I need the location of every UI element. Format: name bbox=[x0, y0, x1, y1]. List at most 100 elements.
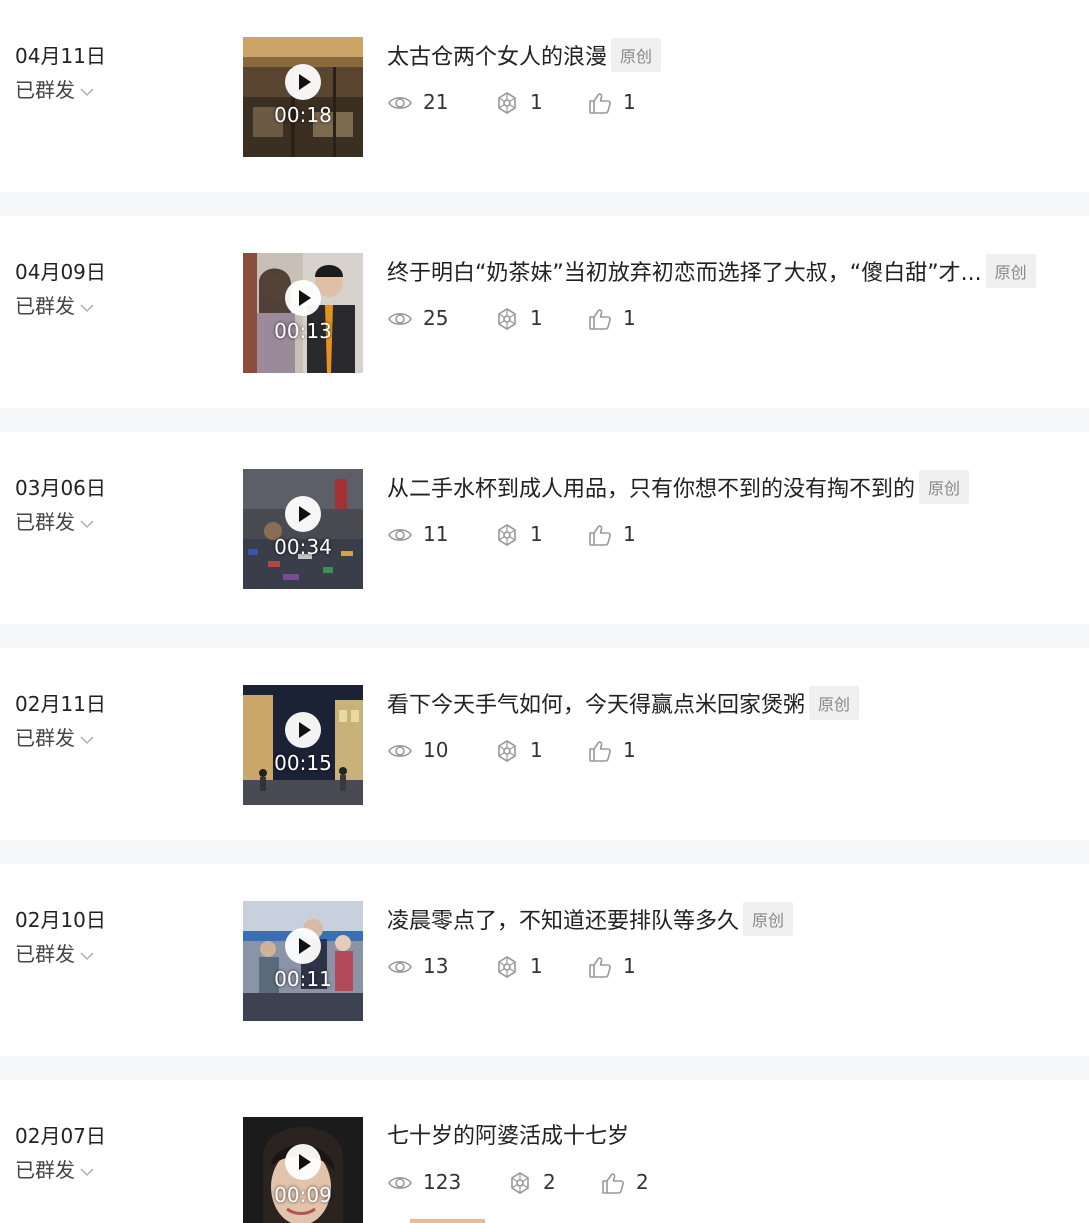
scroll-indicator[interactable] bbox=[410, 1219, 485, 1223]
views-count: 13 bbox=[423, 954, 449, 978]
original-badge: 原创 bbox=[809, 686, 860, 720]
video-thumbnail[interactable]: 00:11 bbox=[243, 901, 363, 1021]
publish-date: 02月07日 bbox=[15, 1124, 106, 1148]
views-count: 11 bbox=[423, 522, 449, 546]
play-icon bbox=[299, 938, 311, 954]
views-count: 25 bbox=[423, 306, 449, 330]
eye-icon bbox=[388, 96, 412, 110]
likes-count: 1 bbox=[623, 738, 636, 762]
publish-date: 03月06日 bbox=[15, 476, 106, 500]
article-row: 04月09日 已群发 00:13 终于明白“奶茶妹”当初放弃初恋而选择了大叔，“… bbox=[0, 216, 1089, 408]
status-dropdown[interactable]: 已群发 bbox=[15, 506, 95, 535]
status-label: 已群发 bbox=[15, 510, 75, 534]
chevron-down-icon bbox=[80, 520, 94, 528]
video-thumbnail[interactable]: 00:09 bbox=[243, 1117, 363, 1223]
play-button bbox=[285, 496, 321, 532]
share-icon bbox=[498, 308, 516, 330]
thumbs-up-icon bbox=[589, 957, 611, 978]
play-button bbox=[285, 928, 321, 964]
video-duration: 00:09 bbox=[274, 1183, 332, 1207]
article-title[interactable]: 七十岁的阿婆活成十七岁 bbox=[387, 1118, 629, 1150]
original-badge: 原创 bbox=[919, 470, 970, 504]
eye-icon bbox=[388, 528, 412, 542]
status-label: 已群发 bbox=[15, 726, 75, 750]
thumbs-up-icon bbox=[589, 525, 611, 546]
original-badge: 原创 bbox=[985, 254, 1036, 288]
status-dropdown[interactable]: 已群发 bbox=[15, 1154, 95, 1183]
chevron-down-icon bbox=[80, 88, 94, 96]
eye-icon bbox=[388, 744, 412, 758]
video-thumbnail[interactable]: 00:34 bbox=[243, 469, 363, 589]
chevron-down-icon bbox=[80, 952, 94, 960]
share-icon bbox=[498, 92, 516, 114]
status-label: 已群发 bbox=[15, 1158, 75, 1182]
play-icon bbox=[299, 290, 311, 306]
article-title[interactable]: 凌晨零点了，不知道还要排队等多久 bbox=[387, 903, 739, 935]
thumbs-up-icon bbox=[589, 93, 611, 114]
thumbs-up-icon bbox=[589, 741, 611, 762]
article-row: 02月10日 已群发 00:11 凌晨零点了，不知道还要排队等多久 原创 13 … bbox=[0, 864, 1089, 1056]
shares-count: 1 bbox=[530, 954, 543, 978]
article-title[interactable]: 从二手水杯到成人用品，只有你想不到的没有掏不到的 bbox=[387, 471, 915, 503]
eye-icon bbox=[388, 1176, 412, 1190]
play-icon bbox=[299, 506, 311, 522]
play-button bbox=[285, 64, 321, 100]
article-row: 02月11日 已群发 00:15 看下今天手气如何，今天得赢点米回家煲粥 原创 … bbox=[0, 648, 1089, 840]
play-icon bbox=[299, 1154, 311, 1170]
publish-date: 02月10日 bbox=[15, 908, 106, 932]
publish-date: 04月09日 bbox=[15, 260, 106, 284]
shares-count: 1 bbox=[530, 522, 543, 546]
views-count: 21 bbox=[423, 90, 449, 114]
likes-count: 1 bbox=[623, 306, 636, 330]
article-row: 02月07日 已群发 00:09 七十岁的阿婆活成十七岁 123 2 2 bbox=[0, 1080, 1089, 1223]
shares-count: 1 bbox=[530, 306, 543, 330]
video-thumbnail[interactable]: 00:18 bbox=[243, 37, 363, 157]
article-title[interactable]: 看下今天手气如何，今天得赢点米回家煲粥 bbox=[387, 687, 805, 719]
share-icon bbox=[498, 740, 516, 762]
views-count: 123 bbox=[423, 1170, 462, 1194]
article-row: 04月11日 已群发 00:18 太古仓两个女人的浪漫 原创 21 1 1 bbox=[0, 0, 1089, 192]
status-label: 已群发 bbox=[15, 942, 75, 966]
share-icon bbox=[498, 524, 516, 546]
article-row: 03月06日 已群发 00:34 从二手水杯到成人用品，只有你想不到的没有掏不到… bbox=[0, 432, 1089, 624]
share-icon bbox=[498, 956, 516, 978]
status-dropdown[interactable]: 已群发 bbox=[15, 938, 95, 967]
eye-icon bbox=[388, 960, 412, 974]
status-dropdown[interactable]: 已群发 bbox=[15, 722, 95, 751]
chevron-down-icon bbox=[80, 736, 94, 744]
status-dropdown[interactable]: 已群发 bbox=[15, 290, 95, 319]
chevron-down-icon bbox=[80, 304, 94, 312]
original-badge: 原创 bbox=[611, 38, 662, 72]
status-label: 已群发 bbox=[15, 78, 75, 102]
thumbs-up-icon bbox=[589, 309, 611, 330]
video-thumbnail[interactable]: 00:13 bbox=[243, 253, 363, 373]
likes-count: 1 bbox=[623, 954, 636, 978]
status-label: 已群发 bbox=[15, 294, 75, 318]
video-thumbnail[interactable]: 00:15 bbox=[243, 685, 363, 805]
play-icon bbox=[299, 74, 311, 90]
original-badge: 原创 bbox=[743, 902, 794, 936]
shares-count: 1 bbox=[530, 738, 543, 762]
play-button bbox=[285, 712, 321, 748]
publish-date: 02月11日 bbox=[15, 692, 106, 716]
video-duration: 00:15 bbox=[274, 751, 332, 775]
likes-count: 1 bbox=[623, 90, 636, 114]
video-duration: 00:34 bbox=[274, 535, 332, 559]
article-title[interactable]: 太古仓两个女人的浪漫 bbox=[387, 39, 607, 71]
play-button bbox=[285, 280, 321, 316]
video-duration: 00:11 bbox=[274, 967, 332, 991]
shares-count: 2 bbox=[543, 1170, 556, 1194]
share-icon bbox=[511, 1172, 529, 1194]
chevron-down-icon bbox=[80, 1168, 94, 1176]
article-title[interactable]: 终于明白“奶茶妹”当初放弃初恋而选择了大叔，“傻白甜”才... bbox=[387, 255, 982, 287]
status-dropdown[interactable]: 已群发 bbox=[15, 74, 95, 103]
likes-count: 2 bbox=[636, 1170, 649, 1194]
video-duration: 00:18 bbox=[274, 103, 332, 127]
likes-count: 1 bbox=[623, 522, 636, 546]
play-button bbox=[285, 1144, 321, 1180]
publish-date: 04月11日 bbox=[15, 44, 106, 68]
shares-count: 1 bbox=[530, 90, 543, 114]
views-count: 10 bbox=[423, 738, 449, 762]
thumbs-up-icon bbox=[602, 1173, 624, 1194]
eye-icon bbox=[388, 312, 412, 326]
